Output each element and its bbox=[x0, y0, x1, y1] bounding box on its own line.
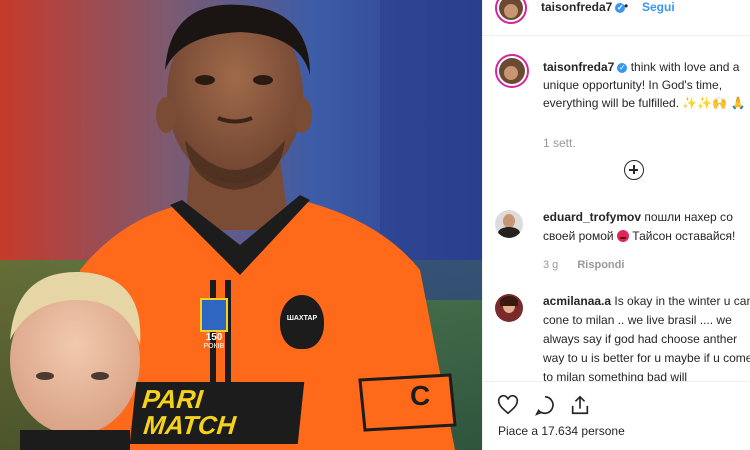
comment-text-block: eduard_trofymov пошли нахер со своей ром… bbox=[543, 208, 750, 246]
comment-bubble-icon[interactable] bbox=[534, 394, 556, 416]
likes-count[interactable]: Piace a 17.634 persone bbox=[498, 424, 625, 438]
anniversary-badge: 150 РОКІВ bbox=[200, 298, 232, 358]
comment-meta: 3 g Rispondi bbox=[543, 259, 624, 271]
club-crest: ШАХТАР bbox=[277, 292, 327, 352]
caption-avatar[interactable] bbox=[495, 54, 529, 88]
commenter-username[interactable]: eduard_trofymov bbox=[543, 210, 641, 224]
reply-button[interactable]: Rispondi bbox=[577, 259, 624, 271]
post-actions-bar: Piace a 17.634 persone bbox=[483, 381, 750, 450]
caption-text-block: taisonfreda7 ✓ think with love and a uniq… bbox=[543, 58, 750, 112]
commenter-avatar[interactable] bbox=[495, 210, 523, 238]
anniversary-number: 150 bbox=[205, 332, 223, 343]
captain-armband-letter: C bbox=[410, 380, 431, 411]
post-header: taisonfreda7 ✓ • Segui bbox=[483, 0, 750, 36]
anniversary-text: РОКІВ bbox=[203, 343, 225, 350]
commenter-username[interactable]: acmilanaa.a bbox=[543, 294, 611, 308]
like-heart-icon[interactable] bbox=[497, 394, 519, 416]
load-more-comments-icon[interactable] bbox=[624, 160, 644, 180]
comment-time[interactable]: 3 g bbox=[543, 259, 558, 271]
post-sidebar: taisonfreda7 ✓ • Segui taisonfreda7 ✓ thin… bbox=[482, 0, 750, 450]
author-avatar[interactable] bbox=[495, 0, 527, 24]
comment-text-2: Тайсон оставайся! bbox=[632, 229, 736, 243]
club-crest-text: ШАХТАР bbox=[286, 315, 318, 322]
separator-dot: • bbox=[624, 0, 629, 13]
sponsor-line2: MATCH bbox=[142, 410, 238, 440]
caption-username[interactable]: taisonfreda7 bbox=[543, 60, 614, 74]
caption-time[interactable]: 1 sett. bbox=[543, 136, 576, 150]
post-photo[interactable]: PARI MATCH ШАХТАР 150 РОКІВ C bbox=[0, 0, 482, 450]
sponsor-logo: PARI MATCH bbox=[129, 382, 305, 444]
verified-icon: ✓ bbox=[617, 63, 628, 73]
follow-button[interactable]: Segui bbox=[642, 0, 675, 14]
author-username[interactable]: taisonfreda7 ✓ bbox=[541, 0, 626, 14]
share-icon[interactable] bbox=[569, 394, 591, 416]
angry-face-icon bbox=[616, 230, 629, 242]
caption-emojis: ✨✨🙌 🙏 bbox=[682, 96, 746, 110]
comment-text-block: acmilanaa.a Is okay in the winter u can … bbox=[543, 292, 750, 387]
commenter-avatar[interactable] bbox=[495, 294, 523, 322]
